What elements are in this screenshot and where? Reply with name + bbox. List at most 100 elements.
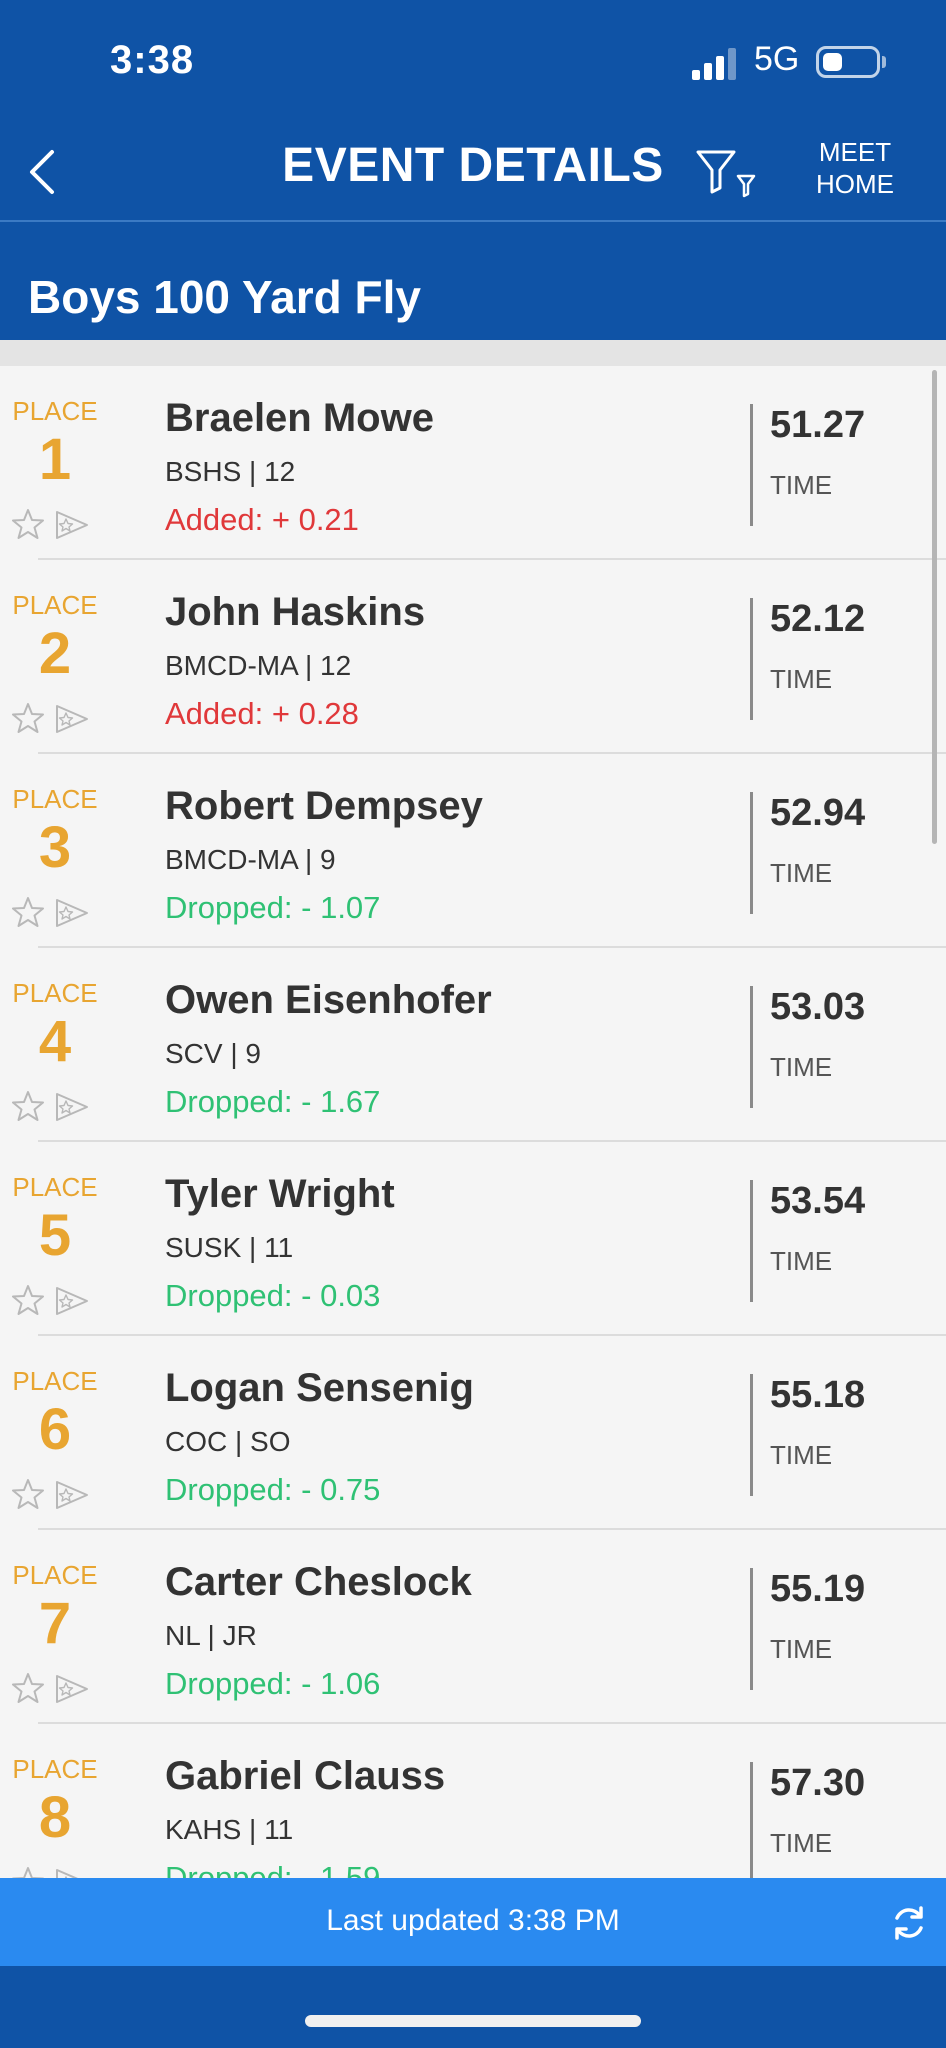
place-number: 1 — [38, 427, 72, 492]
flag-icon[interactable] — [54, 1480, 90, 1510]
place-number: 2 — [38, 621, 72, 686]
result-row[interactable]: PLACE 1 Braelen Mowe BSHS | 12 Added: + 0.21… — [0, 366, 946, 560]
result-row[interactable]: PLACE 6 Logan Sensenig COC | SO Dropped: - 0… — [0, 1336, 946, 1530]
time-divider — [750, 1374, 753, 1496]
last-updated-bar: Last updated 3:38 PM — [0, 1878, 946, 1966]
swimmer-team-grade: NL | JR — [165, 1620, 257, 1651]
star-icon[interactable] — [12, 508, 44, 540]
time-value: 53.54 — [770, 1180, 866, 1222]
star-icon[interactable] — [12, 1478, 44, 1510]
time-divider — [750, 598, 753, 720]
place-label: PLACE — [12, 784, 98, 814]
results-list[interactable]: PLACE 1 Braelen Mowe BSHS | 12 Added: + 0.21… — [0, 366, 946, 1878]
star-icon[interactable] — [12, 1284, 44, 1316]
time-value: 52.94 — [770, 792, 866, 834]
time-label: TIME — [770, 858, 833, 888]
star-icon[interactable] — [12, 896, 44, 928]
battery-level — [823, 53, 842, 71]
signal-icon — [692, 48, 736, 80]
swimmer-name: Carter Cheslock — [165, 1560, 472, 1604]
time-value: 51.27 — [770, 404, 866, 446]
time-delta: Dropped: - 1.06 — [165, 1666, 381, 1701]
place-label: PLACE — [12, 1172, 98, 1202]
place-label: PLACE — [12, 1366, 98, 1396]
nav-bar: EVENT DETAILS MEET HOME — [0, 120, 946, 222]
place-number: 3 — [38, 815, 72, 880]
swimmer-team-grade: BMCD-MA | 9 — [165, 844, 336, 875]
time-label: TIME — [770, 470, 833, 500]
list-top-separator — [0, 340, 946, 366]
flag-icon[interactable] — [54, 1286, 90, 1316]
result-row[interactable]: PLACE 7 Carter Cheslock NL | JR Dropped: - 1… — [0, 1530, 946, 1724]
place-number: 5 — [38, 1203, 72, 1268]
event-title: Boys 100 Yard Fly — [28, 271, 421, 323]
time-delta: Dropped: - 1.59 — [165, 1860, 381, 1878]
time-value: 57.30 — [770, 1762, 866, 1804]
flag-icon[interactable] — [54, 1092, 90, 1122]
star-icon[interactable] — [12, 702, 44, 734]
swimmer-team-grade: KAHS | 11 — [165, 1814, 294, 1845]
swimmer-team-grade: BMCD-MA | 12 — [165, 650, 352, 681]
result-row[interactable]: PLACE 5 Tyler Wright SUSK | 11 Dropped: - 0.… — [0, 1142, 946, 1336]
time-value: 52.12 — [770, 598, 866, 640]
flag-icon[interactable] — [54, 898, 90, 928]
flag-icon[interactable] — [54, 510, 90, 540]
result-row[interactable]: PLACE 3 Robert Dempsey BMCD-MA | 9 Dropped: … — [0, 754, 946, 948]
place-number: 6 — [38, 1397, 72, 1462]
status-bar: 3:38 5G — [0, 0, 946, 120]
refresh-icon[interactable] — [890, 1904, 928, 1942]
time-divider — [750, 404, 753, 526]
time-label: TIME — [770, 1246, 833, 1276]
time-delta: Dropped: - 1.67 — [165, 1084, 381, 1119]
star-icon[interactable] — [12, 1090, 44, 1122]
filter-icon[interactable] — [694, 146, 760, 200]
scrollbar[interactable] — [932, 370, 937, 844]
time-label: TIME — [770, 1440, 833, 1470]
time-value: 55.19 — [770, 1568, 866, 1610]
result-row[interactable]: PLACE 8 Gabriel Clauss KAHS | 11 Dropped: - … — [0, 1724, 946, 1878]
meet-home-label-line1: MEET — [818, 137, 892, 167]
meet-home-label-line2: HOME — [816, 169, 894, 199]
swimmer-name: Gabriel Clauss — [165, 1754, 446, 1798]
last-updated-text: Last updated 3:38 PM — [326, 1904, 620, 1937]
swimmer-name: John Haskins — [165, 590, 426, 634]
star-icon[interactable] — [12, 1672, 44, 1704]
battery-icon — [816, 46, 880, 78]
place-number: 8 — [38, 1785, 72, 1850]
meet-home-button[interactable]: MEET HOME — [800, 136, 910, 200]
swimmer-team-grade: SUSK | 11 — [165, 1232, 294, 1263]
place-label: PLACE — [12, 1560, 98, 1590]
time-divider — [750, 1568, 753, 1690]
place-label: PLACE — [12, 590, 98, 620]
time-label: TIME — [770, 1052, 833, 1082]
swimmer-name: Tyler Wright — [165, 1172, 395, 1216]
time-divider — [750, 1762, 753, 1878]
swimmer-team-grade: SCV | 9 — [165, 1038, 261, 1069]
result-row[interactable]: PLACE 2 John Haskins BMCD-MA | 12 Added: + 0… — [0, 560, 946, 754]
result-row[interactable]: PLACE 4 Owen Eisenhofer SCV | 9 Dropped: - 1… — [0, 948, 946, 1142]
place-number: 7 — [38, 1591, 72, 1656]
status-time: 3:38 — [110, 38, 195, 82]
swimmer-team-grade: BSHS | 12 — [165, 456, 296, 487]
star-icon[interactable] — [12, 1866, 44, 1878]
battery-tip — [882, 56, 886, 68]
place-label: PLACE — [12, 978, 98, 1008]
event-header: Boys 100 Yard Fly — [0, 222, 946, 340]
time-divider — [750, 1180, 753, 1302]
swimmer-name: Owen Eisenhofer — [165, 978, 492, 1022]
flag-icon[interactable] — [54, 1674, 90, 1704]
place-label: PLACE — [12, 396, 98, 426]
swimmer-team-grade: COC | SO — [165, 1426, 291, 1457]
time-label: TIME — [770, 1634, 833, 1664]
flag-icon[interactable] — [54, 704, 90, 734]
home-indicator[interactable] — [305, 2015, 641, 2027]
network-type: 5G — [754, 40, 800, 78]
time-label: TIME — [770, 664, 833, 694]
swimmer-name: Robert Dempsey — [165, 784, 483, 828]
time-delta: Added: + 0.21 — [165, 502, 359, 537]
flag-icon[interactable] — [54, 1868, 90, 1878]
time-value: 55.18 — [770, 1374, 866, 1416]
time-value: 53.03 — [770, 986, 866, 1028]
time-label: TIME — [770, 1828, 833, 1858]
place-label: PLACE — [12, 1754, 98, 1784]
